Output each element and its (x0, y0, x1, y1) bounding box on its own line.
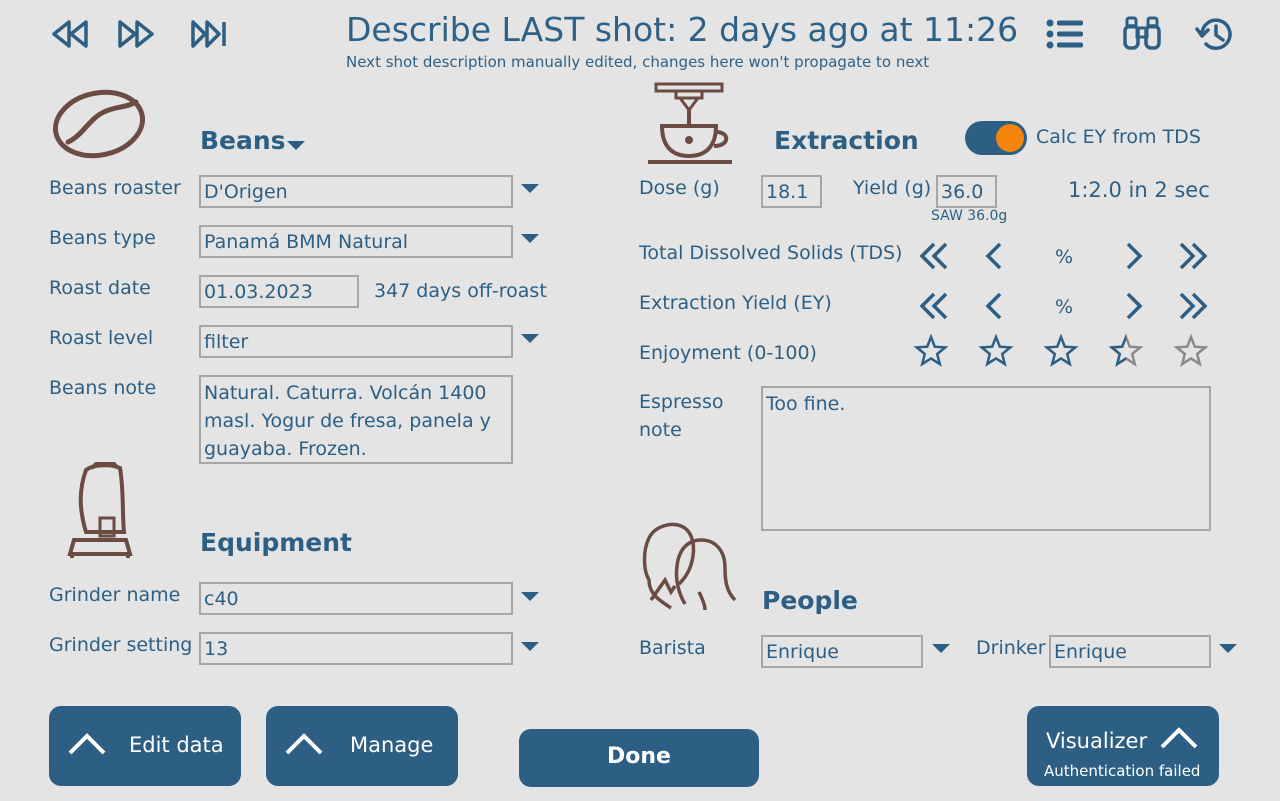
grinder-name-field[interactable]: c40 (199, 582, 513, 615)
list-icon (1046, 19, 1083, 49)
tds-increase-large-button[interactable] (1177, 241, 1209, 275)
chevron-left-icon (985, 242, 1002, 270)
roast-level-label: Roast level (49, 327, 154, 349)
first-shot-button[interactable] (50, 18, 90, 50)
ey-decrease-large-button[interactable] (918, 291, 950, 325)
saw-label: SAW 36.0g (931, 208, 1008, 224)
chevron-right-icon (1126, 292, 1143, 320)
roast-level-dropdown-icon[interactable] (521, 334, 539, 343)
rewind-icon (52, 20, 88, 48)
next-shot-button[interactable] (117, 18, 157, 50)
star-2[interactable] (978, 333, 1014, 367)
done-button[interactable]: Done (519, 729, 759, 787)
tds-value[interactable]: % (1055, 246, 1073, 268)
drinker-dropdown-icon[interactable] (1219, 644, 1237, 653)
manage-button[interactable]: Manage (266, 706, 458, 786)
find-button[interactable] (1122, 16, 1162, 52)
skip-to-end-icon (191, 20, 226, 48)
edit-data-label: Edit data (129, 733, 224, 757)
star-5[interactable] (1173, 333, 1209, 367)
chevron-left-icon (985, 292, 1002, 320)
calc-ey-label: Calc EY from TDS (1036, 126, 1201, 148)
manage-label: Manage (350, 733, 434, 757)
ey-increase-large-button[interactable] (1177, 291, 1209, 325)
beans-type-label: Beans type (49, 227, 156, 249)
equipment-section-title: Equipment (200, 528, 352, 557)
chevron-right-icon (1126, 242, 1143, 270)
chevron-up-icon (1160, 727, 1198, 749)
page-subtitle: Next shot description manually edited, c… (346, 53, 930, 71)
barista-dropdown-icon[interactable] (932, 644, 950, 653)
double-chevron-left-icon (919, 292, 948, 320)
tds-decrease-button[interactable] (984, 241, 1004, 275)
history-button[interactable] (1195, 15, 1235, 53)
people-section-title: People (762, 586, 858, 615)
espresso-note-field[interactable]: Too fine. (761, 386, 1211, 531)
beans-dropdown-icon[interactable] (287, 141, 305, 150)
grinder-setting-label: Grinder setting (49, 634, 193, 656)
ey-decrease-button[interactable] (984, 291, 1004, 325)
roast-date-field[interactable]: 01.03.2023 (199, 275, 359, 308)
tds-decrease-large-button[interactable] (918, 241, 950, 275)
double-chevron-right-icon (1179, 242, 1208, 270)
enjoyment-rating[interactable] (912, 333, 1212, 374)
star-4[interactable] (1108, 333, 1144, 367)
chevron-up-icon (285, 733, 323, 755)
star-3[interactable] (1043, 333, 1079, 367)
history-icon (1195, 18, 1232, 50)
shot-list-button[interactable] (1046, 18, 1084, 50)
enjoyment-label: Enjoyment (0-100) (639, 342, 817, 364)
tds-label: Total Dissolved Solids (TDS) (639, 242, 903, 264)
page-title: Describe LAST shot: 2 days ago at 11:26 (346, 10, 1019, 49)
toggle-knob (996, 124, 1024, 152)
beans-note-field[interactable]: Natural. Caturra. Volcán 1400 masl. Yogu… (199, 375, 513, 464)
beans-roaster-dropdown-icon[interactable] (521, 184, 539, 193)
calc-ey-toggle[interactable] (965, 121, 1027, 155)
days-off-roast: 347 days off-roast (374, 280, 547, 302)
grinder-name-label: Grinder name (49, 584, 181, 606)
grinder-setting-dropdown-icon[interactable] (521, 642, 539, 651)
people-icon (641, 520, 741, 616)
beans-note-label: Beans note (49, 377, 157, 399)
dose-label: Dose (g) (639, 177, 720, 199)
ey-increase-button[interactable] (1124, 291, 1144, 325)
fast-forward-icon (118, 20, 154, 48)
beans-section-title: Beans (200, 126, 286, 155)
visualizer-status: Authentication failed (1044, 762, 1201, 780)
barista-field[interactable]: Enrique (761, 635, 923, 668)
chevron-up-icon (68, 733, 106, 755)
espresso-machine-icon (644, 82, 736, 172)
double-chevron-right-icon (1179, 292, 1208, 320)
double-chevron-left-icon (919, 242, 948, 270)
roast-date-label: Roast date (49, 277, 151, 299)
ey-label: Extraction Yield (EY) (639, 292, 832, 314)
tds-increase-button[interactable] (1124, 241, 1144, 275)
barista-label: Barista (639, 637, 706, 659)
drinker-field[interactable]: Enrique (1049, 635, 1211, 668)
extraction-section-title: Extraction (774, 126, 919, 155)
last-shot-button[interactable] (190, 18, 230, 50)
edit-data-button[interactable]: Edit data (49, 706, 241, 786)
beans-roaster-field[interactable]: D'Origen (199, 175, 513, 208)
ey-value[interactable]: % (1055, 296, 1073, 318)
coffee-bean-icon (52, 88, 148, 164)
done-label: Done (607, 744, 671, 769)
roast-level-field[interactable]: filter (199, 325, 513, 358)
grinder-name-dropdown-icon[interactable] (521, 592, 539, 601)
visualizer-label: Visualizer (1046, 729, 1148, 753)
beans-type-dropdown-icon[interactable] (521, 234, 539, 243)
visualizer-button[interactable]: Visualizer Authentication failed (1027, 706, 1219, 786)
ratio-readout: 1:2.0 in 2 sec (1068, 178, 1210, 202)
grinder-setting-field[interactable]: 13 (199, 632, 513, 665)
yield-label: Yield (g) (853, 177, 932, 199)
espresso-note-label: Espresso note (639, 391, 724, 441)
star-1[interactable] (913, 333, 949, 367)
drinker-label: Drinker (976, 637, 1046, 659)
yield-field[interactable]: 36.0 (936, 175, 997, 208)
dose-field[interactable]: 18.1 (761, 175, 822, 208)
binoculars-icon (1123, 16, 1161, 50)
beans-type-field[interactable]: Panamá BMM Natural (199, 225, 513, 258)
grinder-icon (64, 462, 134, 564)
beans-roaster-label: Beans roaster (49, 177, 181, 199)
